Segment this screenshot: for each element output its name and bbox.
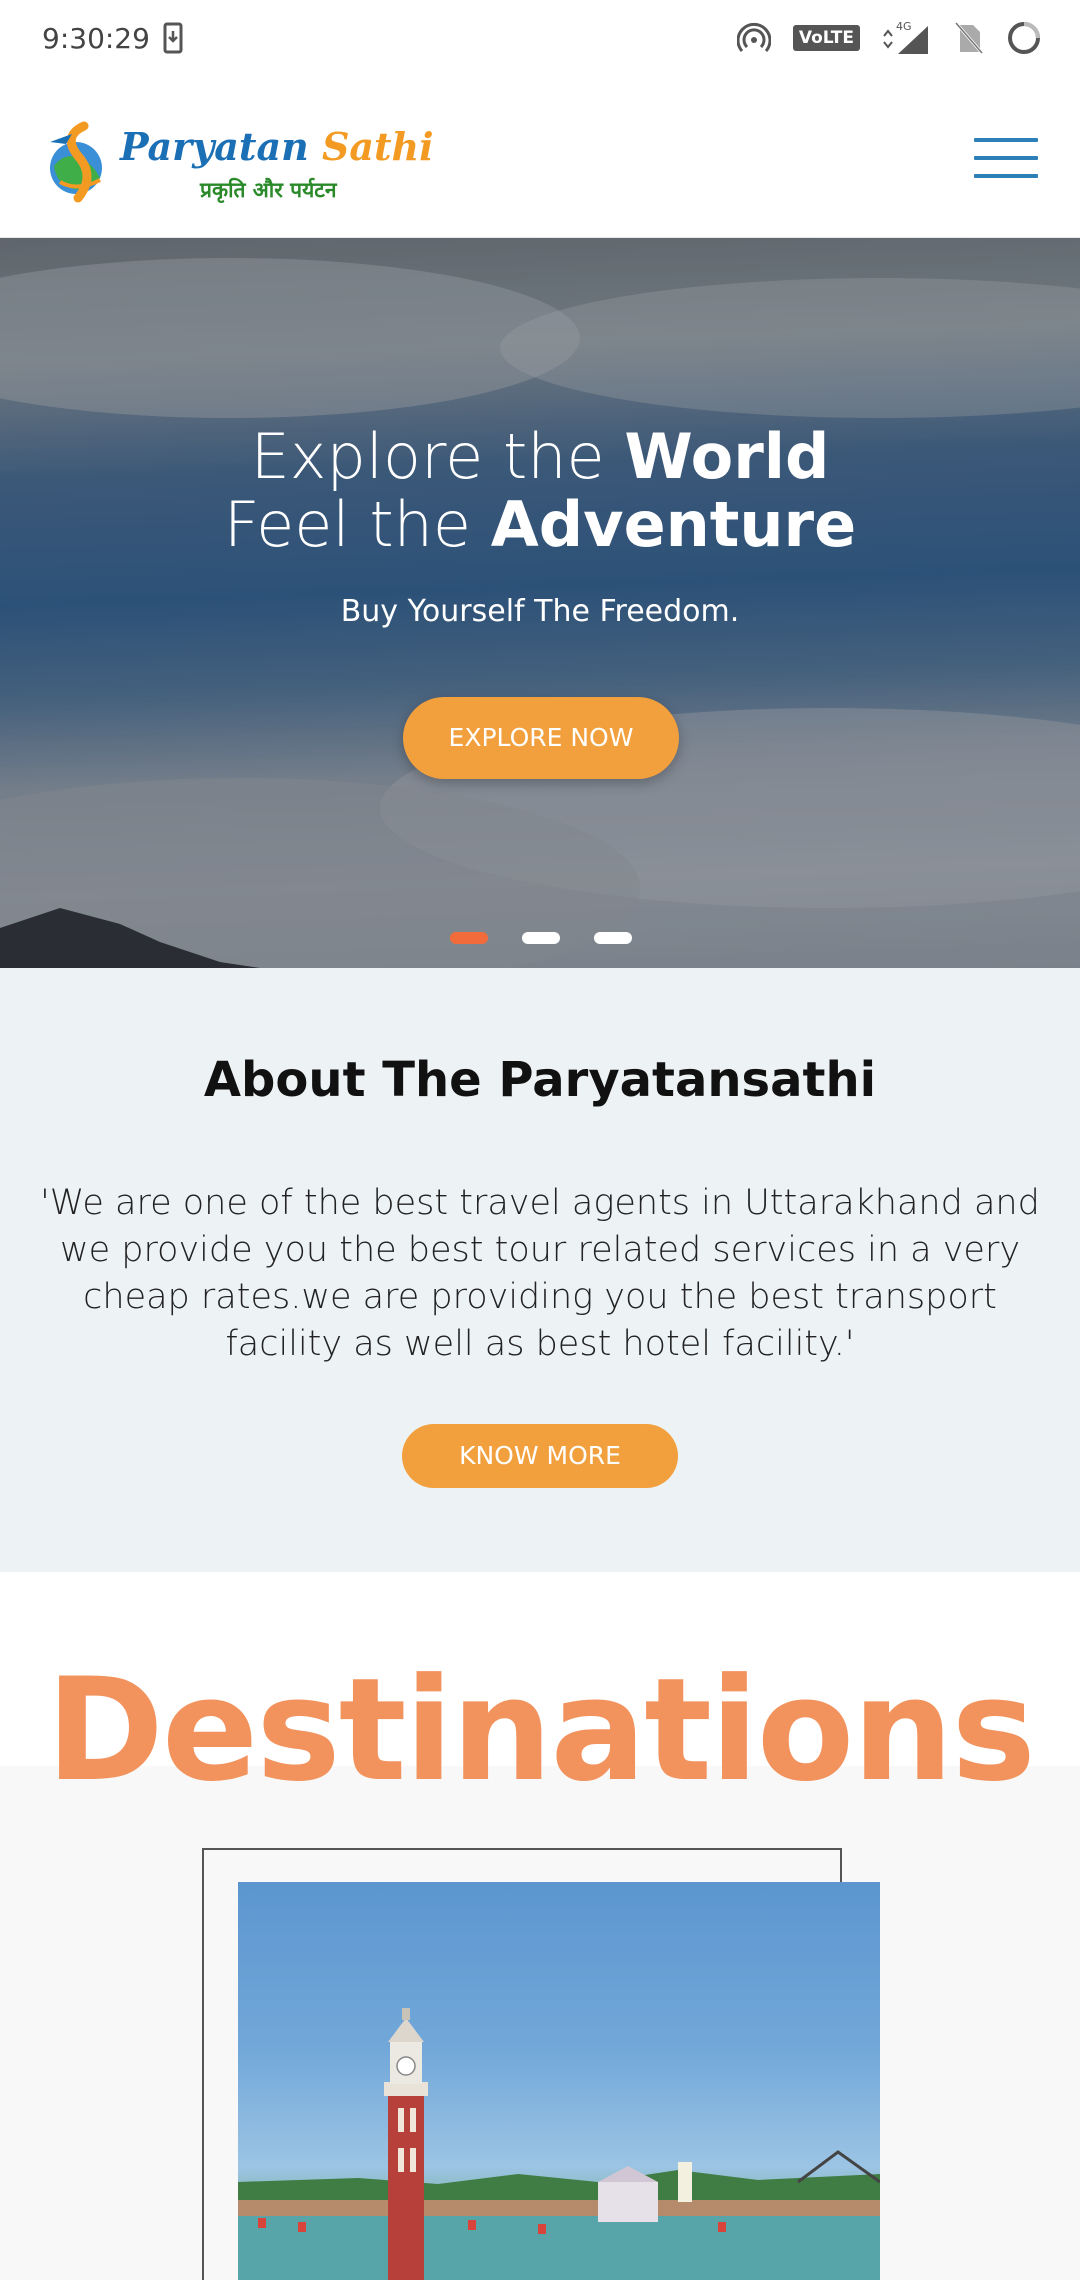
site-header: Paryatan Sathi प्रकृति और पर्यटन <box>0 80 1080 238</box>
logo-wordmark-part2: Sathi <box>321 124 434 169</box>
loading-icon <box>1008 22 1040 54</box>
destinations-title: Destinations <box>46 1648 1036 1813</box>
phone-download-icon <box>163 22 183 54</box>
menu-bar-bottom <box>974 174 1038 178</box>
logo-tagline: प्रकृति और पर्यटन <box>200 178 337 202</box>
hero-headline: Explore the World Feel the Adventure <box>0 423 1080 559</box>
hero-line2-light: Feel the <box>223 488 472 561</box>
network-type-label: 4G <box>896 20 912 33</box>
volte-icon: VoLTE <box>792 25 860 51</box>
paryatan-sathi-logo[interactable]: Paryatan Sathi प्रकृति और पर्यटन <box>46 116 434 206</box>
no-sim-icon <box>954 22 984 54</box>
hero-line2-bold: Adventure <box>490 488 857 561</box>
logo-wordmark: Paryatan Sathi <box>120 124 434 169</box>
hotspot-icon <box>736 22 771 52</box>
menu-bar-top <box>974 138 1038 142</box>
about-description: 'We are one of the best travel agents in… <box>40 1183 1040 1364</box>
destination-photo <box>238 2008 880 2280</box>
slider-pagination <box>450 932 632 944</box>
destination-card-image[interactable] <box>238 1882 880 2280</box>
slider-dot-1[interactable] <box>450 932 488 944</box>
about-title: About The Paryatansathi <box>203 1052 877 1108</box>
slider-dot-2[interactable] <box>522 932 560 944</box>
destinations-section: Destinations <box>0 1572 1080 2280</box>
hero-line-2: Feel the Adventure <box>0 491 1080 559</box>
status-icons: VoLTE 4G <box>736 20 1042 56</box>
signal-icon: 4G <box>883 20 928 54</box>
know-more-button[interactable]: KNOW MORE <box>402 1424 678 1488</box>
menu-bar-middle <box>974 156 1038 160</box>
logo-globe-icon <box>50 121 102 203</box>
hero-line-1: Explore the World <box>0 423 1080 491</box>
hero-line1-light: Explore the <box>250 420 605 493</box>
status-time: 9:30:29 <box>42 22 150 55</box>
explore-now-button[interactable]: EXPLORE NOW <box>403 697 679 779</box>
slider-dot-3[interactable] <box>594 932 632 944</box>
hamburger-menu-icon[interactable] <box>970 126 1042 188</box>
hero-slider: Explore the World Feel the Adventure Buy… <box>0 238 1080 968</box>
hero-line1-bold: World <box>624 420 830 493</box>
about-section: About The Paryatansathi 'We are one of t… <box>0 968 1080 1572</box>
logo-wordmark-part1: Paryatan <box>120 124 309 169</box>
hero-subtitle: Buy Yourself The Freedom. <box>340 594 740 629</box>
status-bar: 9:30:29 VoLTE 4G <box>0 0 1080 80</box>
